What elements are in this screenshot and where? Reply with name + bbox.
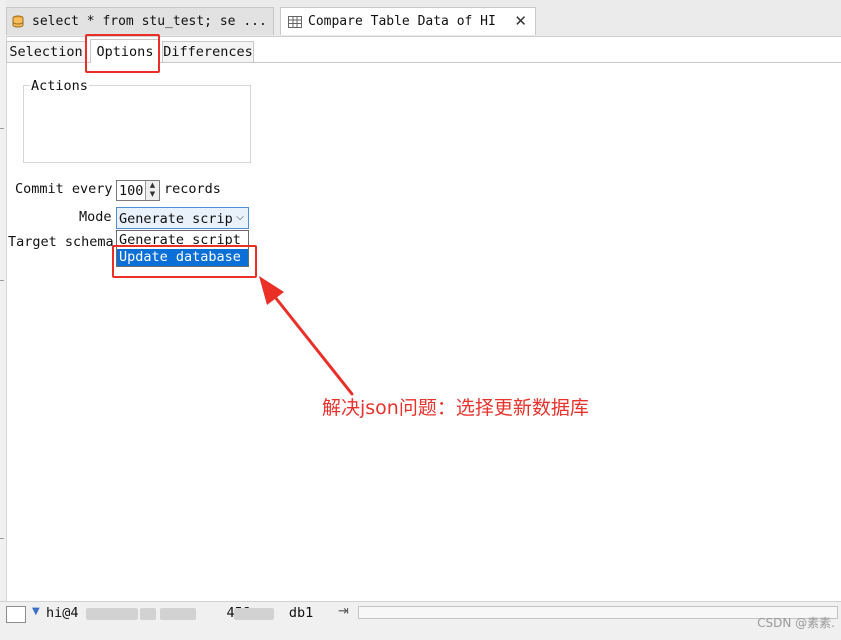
annotation-note: 解决json问题：选择更新数据库 <box>322 397 589 419</box>
status-bar: ▼ hi@4458db1 ⇥ <box>0 601 841 626</box>
dropdown-arrow-icon[interactable]: ▼ <box>32 606 40 617</box>
watermark: CSDN @素素. <box>757 616 835 630</box>
connection-end: db1 <box>288 605 314 621</box>
redacted-text <box>160 608 196 620</box>
redacted-text <box>140 608 156 620</box>
annotation-arrow-icon <box>259 276 354 396</box>
pin-icon[interactable]: ⇥ <box>338 604 349 619</box>
redacted-text <box>234 608 274 620</box>
connection-start: hi@4 <box>46 605 79 621</box>
bottom-border <box>0 625 841 640</box>
status-checkbox[interactable] <box>6 606 26 623</box>
redacted-text <box>86 608 138 620</box>
